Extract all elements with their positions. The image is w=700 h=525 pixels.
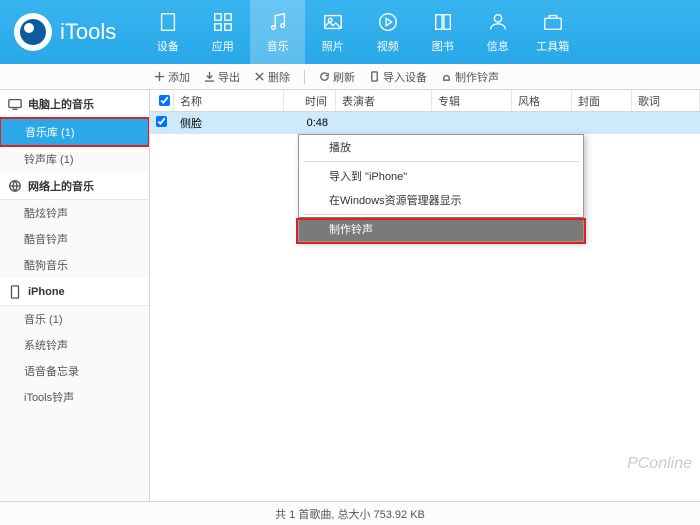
toolbar-import-device[interactable]: 导入设备 — [369, 69, 427, 85]
sidebar-group-local[interactable]: 电脑上的音乐 — [0, 90, 149, 118]
table-header: 名称 时间 表演者 专辑 风格 封面 歌词 — [150, 90, 700, 112]
ctx-make-ringtone[interactable]: 制作铃声 — [299, 217, 583, 241]
col-time[interactable]: 时间 — [284, 90, 336, 111]
sidebar-item-itools-ringtone[interactable]: iTools铃声 — [0, 384, 149, 410]
status-text: 共 1 首歌曲, 总大小 753.92 KB — [275, 506, 425, 522]
toolbar-delete[interactable]: 删除 — [254, 69, 290, 85]
col-artist[interactable]: 表演者 — [336, 90, 432, 111]
col-checkbox[interactable] — [150, 90, 174, 111]
nav-device[interactable]: 设备 — [140, 0, 195, 64]
nav-info[interactable]: 信息 — [470, 0, 525, 64]
header-bar: iTools 设备 应用 音乐 照片 视频 图书 信息 工具箱 — [0, 0, 700, 64]
logo-text: iTools — [60, 19, 116, 45]
col-name[interactable]: 名称 — [174, 90, 284, 111]
book-icon — [431, 10, 455, 34]
sidebar-group-online[interactable]: 网络上的音乐 — [0, 172, 149, 200]
device-icon — [156, 10, 180, 34]
nav-toolbox[interactable]: 工具箱 — [525, 0, 580, 64]
nav-photo[interactable]: 照片 — [305, 0, 360, 64]
music-icon — [266, 10, 290, 34]
row-name: 侧脸 — [174, 115, 284, 131]
ctx-separator — [303, 214, 579, 215]
apps-icon — [211, 10, 235, 34]
toolbox-icon — [541, 10, 565, 34]
select-all-checkbox[interactable] — [159, 95, 170, 106]
row-checkbox[interactable] — [156, 116, 167, 127]
sidebar-item-voice-memo[interactable]: 语音备忘录 — [0, 358, 149, 384]
main-nav: 设备 应用 音乐 照片 视频 图书 信息 工具箱 — [140, 0, 580, 64]
table-row[interactable]: 侧脸 0:48 — [150, 112, 700, 134]
ctx-separator — [303, 161, 579, 162]
main-content: 名称 时间 表演者 专辑 风格 封面 歌词 侧脸 0:48 播放 导入到 "iP… — [150, 90, 700, 501]
col-lyric[interactable]: 歌词 — [632, 90, 700, 111]
toolbar-export[interactable]: 导出 — [204, 69, 240, 85]
sidebar-item-kugou[interactable]: 酷狗音乐 — [0, 252, 149, 278]
toolbar-make-ringtone[interactable]: 制作铃声 — [441, 69, 499, 85]
nav-music[interactable]: 音乐 — [250, 0, 305, 64]
watermark: PConline — [627, 455, 692, 473]
status-bar: 共 1 首歌曲, 总大小 753.92 KB — [0, 501, 700, 525]
ctx-play[interactable]: 播放 — [299, 135, 583, 159]
toolbar-separator — [304, 70, 305, 84]
sidebar-item-cool-ringtone[interactable]: 酷炫铃声 — [0, 200, 149, 226]
info-icon — [486, 10, 510, 34]
logo-icon — [14, 13, 52, 51]
col-genre[interactable]: 风格 — [512, 90, 572, 111]
col-album[interactable]: 专辑 — [432, 90, 512, 111]
nav-apps[interactable]: 应用 — [195, 0, 250, 64]
sidebar-item-iphone-music[interactable]: 音乐 (1) — [0, 306, 149, 332]
nav-book[interactable]: 图书 — [415, 0, 470, 64]
sidebar-item-kuyin[interactable]: 酷音铃声 — [0, 226, 149, 252]
ctx-show-explorer[interactable]: 在Windows资源管理器显示 — [299, 188, 583, 212]
app-logo: iTools — [0, 13, 130, 51]
sidebar-item-system-ringtone[interactable]: 系统铃声 — [0, 332, 149, 358]
sidebar-item-music-library[interactable]: 音乐库 (1) — [1, 119, 148, 145]
photo-icon — [321, 10, 345, 34]
toolbar-refresh[interactable]: 刷新 — [319, 69, 355, 85]
row-time: 0:48 — [284, 117, 336, 129]
sidebar: 电脑上的音乐 音乐库 (1) 铃声库 (1) 网络上的音乐 酷炫铃声 酷音铃声 … — [0, 90, 150, 501]
sidebar-item-ringtone-library[interactable]: 铃声库 (1) — [0, 146, 149, 172]
context-menu: 播放 导入到 "iPhone" 在Windows资源管理器显示 制作铃声 — [298, 134, 584, 242]
toolbar: 添加 导出 删除 刷新 导入设备 制作铃声 — [0, 64, 700, 90]
nav-video[interactable]: 视频 — [360, 0, 415, 64]
col-cover[interactable]: 封面 — [572, 90, 632, 111]
toolbar-add[interactable]: 添加 — [154, 69, 190, 85]
sidebar-group-iphone[interactable]: iPhone — [0, 278, 149, 306]
ctx-import-iphone[interactable]: 导入到 "iPhone" — [299, 164, 583, 188]
video-icon — [376, 10, 400, 34]
